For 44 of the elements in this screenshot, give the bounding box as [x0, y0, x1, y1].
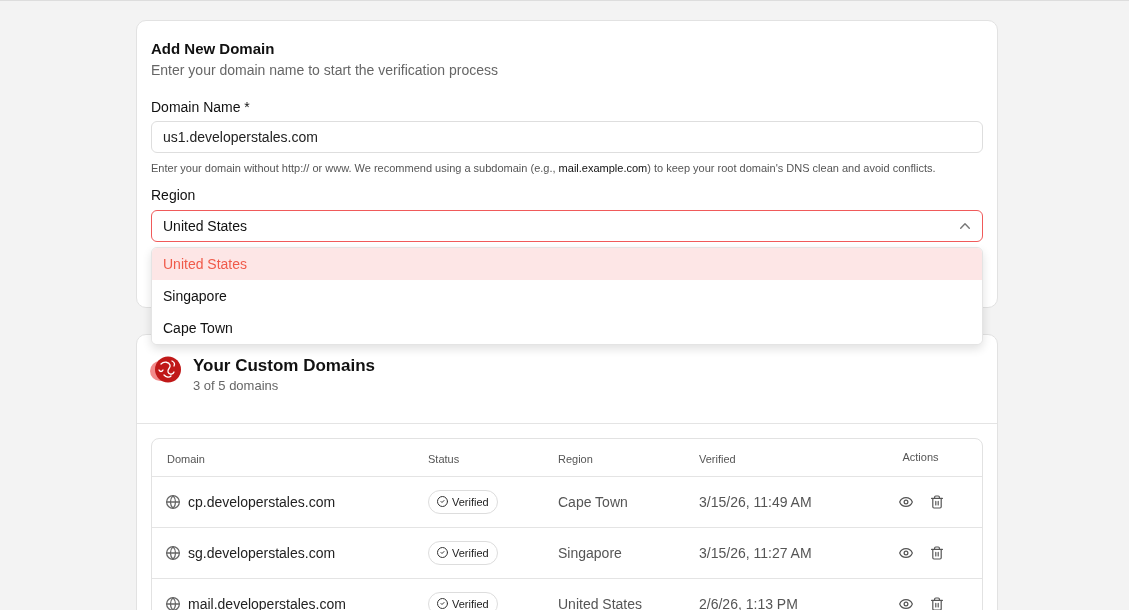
delete-button[interactable]	[928, 544, 945, 562]
domain-text: cp.developerstales.com	[188, 492, 336, 512]
check-circle-icon	[437, 547, 448, 559]
delete-button[interactable]	[928, 595, 945, 610]
globe-icon	[166, 597, 180, 610]
status-label: Verified	[452, 596, 489, 610]
globe-icon	[166, 495, 180, 509]
verified-date: 2/6/26, 1:13 PM	[699, 596, 798, 610]
status-label: Verified	[452, 494, 489, 510]
eye-icon	[898, 497, 913, 507]
column-header: Actions	[902, 450, 939, 466]
trash-icon	[930, 546, 943, 560]
dropdown-option[interactable]: Singapore	[152, 280, 982, 312]
check-circle-icon	[437, 598, 448, 610]
globe-icon	[166, 546, 180, 560]
emblem-icon	[150, 355, 182, 385]
eye-icon	[898, 599, 913, 609]
section-title: Add New Domain	[151, 39, 276, 59]
dropdown-option[interactable]: Cape Town	[152, 312, 982, 344]
eye-icon	[898, 548, 913, 558]
domain-input[interactable]: us1.developerstales.com	[151, 121, 983, 153]
field-label: Region	[151, 186, 196, 205]
check-circle-icon	[437, 496, 448, 508]
region-select[interactable]: United States	[151, 210, 983, 242]
trash-icon	[930, 495, 943, 509]
delete-button[interactable]	[928, 493, 945, 511]
section-title: Your Custom Domains	[193, 355, 375, 377]
trash-icon	[930, 597, 943, 610]
domain-text: sg.developerstales.com	[188, 543, 336, 563]
region-text: United States	[558, 596, 643, 610]
column-header: Status	[428, 452, 460, 465]
verified-date: 3/15/26, 11:49 AM	[699, 494, 812, 510]
column-header: Region	[558, 452, 593, 465]
domain-count: 3 of 5 domains	[193, 377, 280, 395]
region-text: Cape Town	[558, 494, 628, 510]
section-subtitle: Enter your domain name to start the verification process	[151, 61, 500, 80]
verified-date: 3/15/26, 11:27 AM	[699, 545, 812, 561]
chevron-up-icon	[960, 223, 970, 229]
help-text: Enter your domain without http:// or www. We recommend using a subdomain (e.g., mail.example.com) to keep your root domain's DNS clean and avoid conflicts.	[151, 161, 937, 175]
field-label: Domain Name *	[151, 98, 250, 117]
status-label: Verified	[452, 545, 489, 561]
region-text: Singapore	[558, 545, 622, 561]
column-header: Domain	[167, 452, 205, 465]
column-header: Verified	[699, 452, 736, 465]
